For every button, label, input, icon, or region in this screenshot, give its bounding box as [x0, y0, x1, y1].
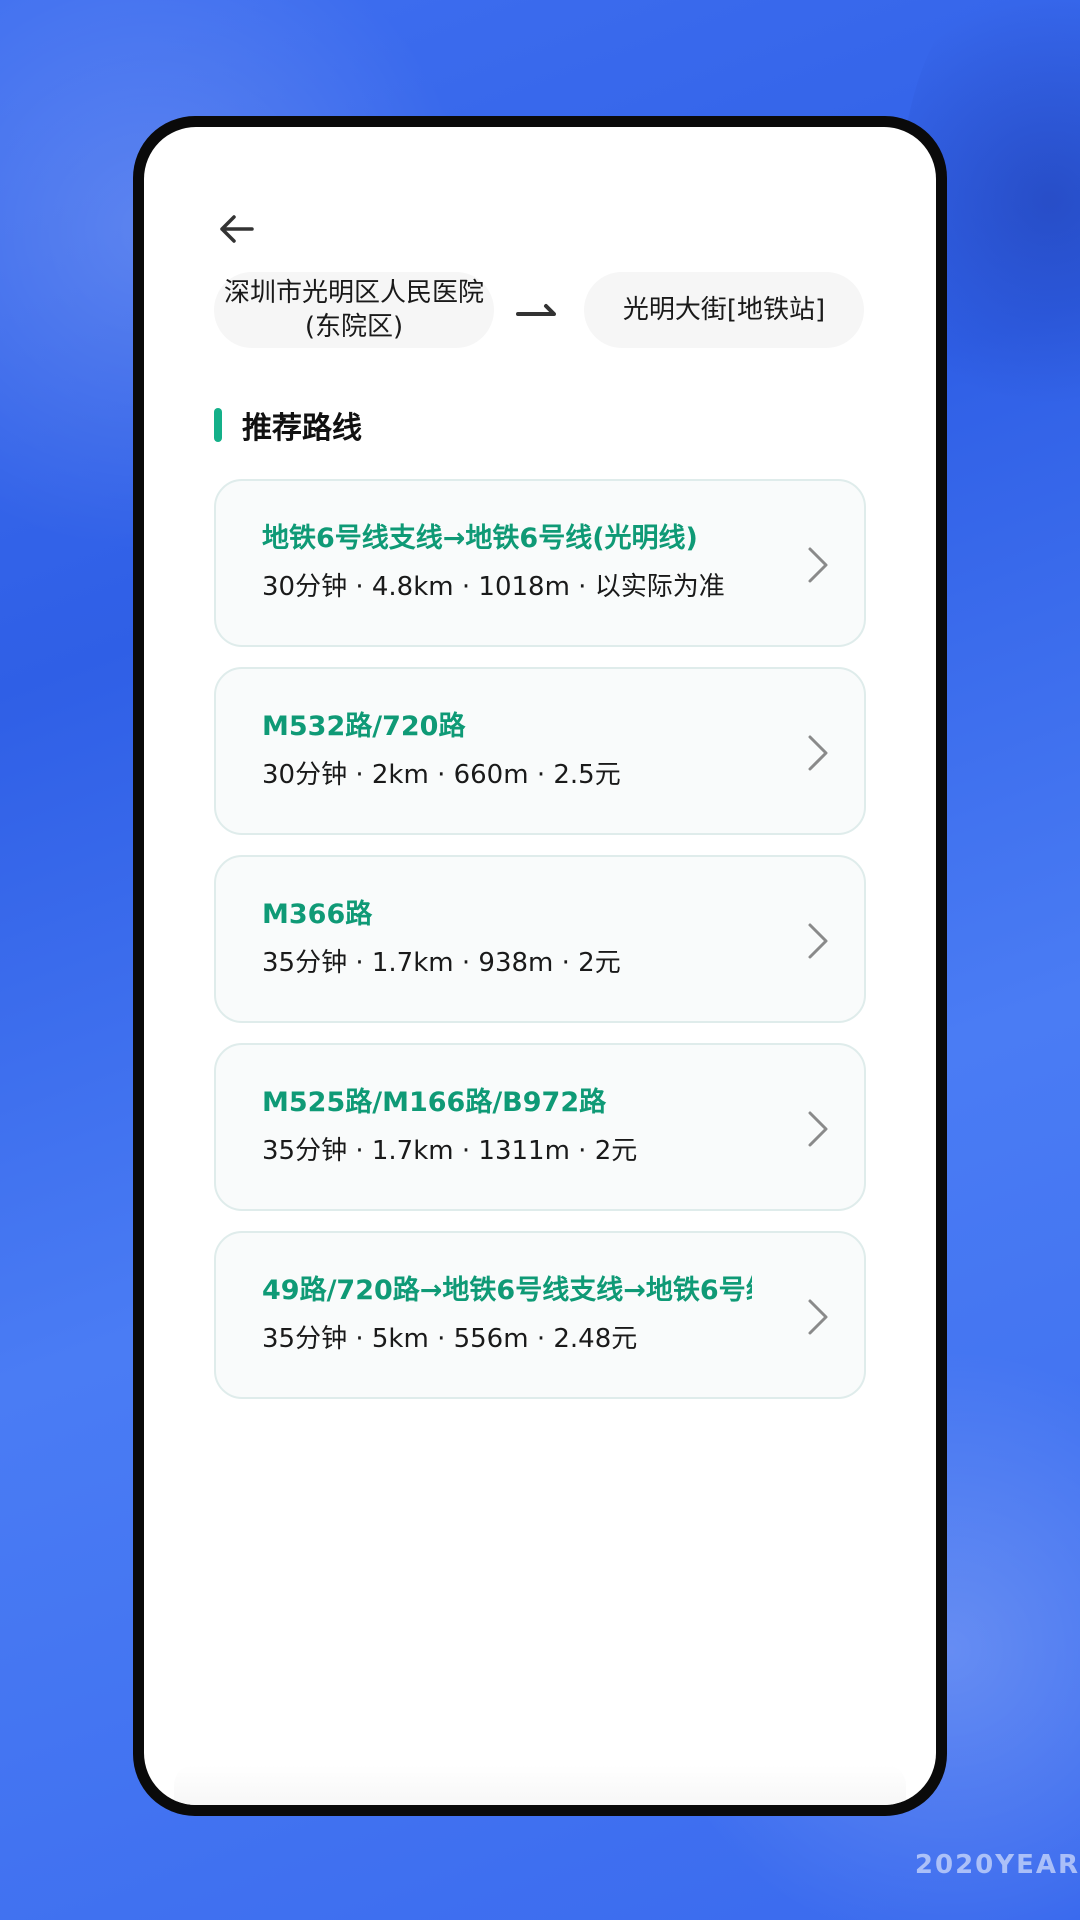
route-card[interactable]: 地铁6号线支线→地铁6号线(光明线) 30分钟 · 4.8km · 1018m … [214, 479, 866, 647]
phone-frame: 深圳市光明区人民医院 (东院区) 光明大街[地铁站] 推荐路线 地铁6号线支线→… [133, 116, 947, 1816]
route-card[interactable]: M532路/720路 30分钟 · 2km · 660m · 2.5元 [214, 667, 866, 835]
section-title: 推荐路线 [242, 411, 362, 446]
route-meta: 35分钟 · 1.7km · 938m · 2元 [262, 948, 621, 978]
chevron-right-icon [808, 547, 828, 583]
route-name: 地铁6号线支线→地铁6号线(光明线) [262, 523, 698, 554]
route-name: M366路 [262, 899, 373, 930]
chevron-right-icon [808, 1299, 828, 1335]
route-meta: 35分钟 · 1.7km · 1311m · 2元 [262, 1136, 638, 1166]
destination-label: 光明大街[地铁站] [622, 295, 826, 325]
route-meta: 30分钟 · 4.8km · 1018m · 以实际为准 [262, 572, 725, 602]
route-card[interactable]: 49路/720路→地铁6号线支线→地铁6号线 35分钟 · 5km · 556m… [214, 1231, 866, 1399]
route-meta: 30分钟 · 2km · 660m · 2.5元 [262, 760, 621, 790]
back-button[interactable] [212, 205, 260, 253]
route-name: M532路/720路 [262, 711, 466, 742]
section-accent-bar [214, 408, 222, 442]
destination-field[interactable]: 光明大街[地铁站] [584, 272, 864, 348]
route-meta: 35分钟 · 5km · 556m · 2.48元 [262, 1324, 638, 1354]
route-name: 49路/720路→地铁6号线支线→地铁6号线 [262, 1275, 752, 1306]
section-header: 推荐路线 [214, 407, 362, 446]
arrow-left-icon [220, 215, 254, 243]
origin-label: 深圳市光明区人民医院 (东院区) [223, 278, 484, 342]
origin-field[interactable]: 深圳市光明区人民医院 (东院区) [214, 272, 494, 348]
route-card[interactable]: M525路/M166路/B972路 35分钟 · 1.7km · 1311m ·… [214, 1043, 866, 1211]
route-name: M525路/M166路/B972路 [262, 1087, 607, 1118]
chevron-right-icon [808, 923, 828, 959]
watermark-text: 2020YEAR [914, 1850, 1080, 1880]
one-way-arrow-icon [516, 304, 556, 316]
chevron-right-icon [808, 735, 828, 771]
chevron-right-icon [808, 1111, 828, 1147]
route-card[interactable]: M366路 35分钟 · 1.7km · 938m · 2元 [214, 855, 866, 1023]
bottom-sheet-edge [174, 1765, 906, 1805]
route-list: 地铁6号线支线→地铁6号线(光明线) 30分钟 · 4.8km · 1018m … [214, 479, 866, 1419]
phone-screen: 深圳市光明区人民医院 (东院区) 光明大街[地铁站] 推荐路线 地铁6号线支线→… [144, 127, 936, 1805]
